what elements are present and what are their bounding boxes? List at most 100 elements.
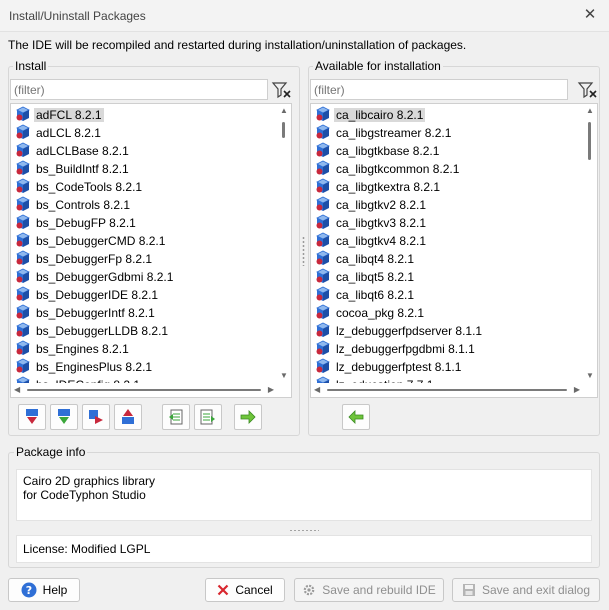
package-icon <box>15 178 31 194</box>
remove-icon <box>89 410 103 424</box>
move-down-button[interactable] <box>50 404 78 430</box>
scroll-right-icon: ▶ <box>267 385 274 394</box>
available-list-item[interactable]: ca_libgtkv2 8.2.1 <box>311 195 583 213</box>
info-splitter[interactable] <box>289 529 319 532</box>
package-label: lz_debuggerfpgdbmi 8.1.1 <box>336 341 475 356</box>
scroll-right-icon: ▶ <box>573 385 580 394</box>
available-list-item[interactable]: ca_libgtkextra 8.2.1 <box>311 177 583 195</box>
save-and-exit-button[interactable]: Save and exit dialog <box>452 578 600 602</box>
package-description-line2: for CodeTyphon Studio <box>23 488 146 502</box>
available-list-item[interactable]: ca_libqt5 8.2.1 <box>311 267 583 285</box>
install-list-item[interactable]: bs_DebuggerCMD 8.2.1 <box>11 231 277 249</box>
package-label: bs_DebuggerLLDB 8.2.1 <box>36 323 169 338</box>
close-icon: ✕ <box>583 6 597 23</box>
title-bar: Install/Uninstall Packages ✕ <box>0 0 609 32</box>
package-icon <box>15 250 31 266</box>
available-list-item[interactable]: lz_debuggerfpdserver 8.1.1 <box>311 321 583 339</box>
package-icon <box>315 214 331 230</box>
install-list[interactable]: adFCL 8.2.1 adLCL 8.2.1 adLCLBase 8.2.1 bs_… <box>10 103 292 398</box>
available-filter-input[interactable] <box>310 79 568 100</box>
install-list-vscroll-thumb[interactable] <box>282 122 285 138</box>
install-list-vscrollbar[interactable]: ▲ ▼ <box>277 104 291 383</box>
available-list-item[interactable]: ca_libqt6 8.2.1 <box>311 285 583 303</box>
package-icon <box>315 106 331 122</box>
package-icon <box>315 376 331 383</box>
install-list-items: adFCL 8.2.1 adLCL 8.2.1 adLCLBase 8.2.1 bs_… <box>11 104 277 383</box>
available-list-item[interactable]: ca_libqt4 8.2.1 <box>311 249 583 267</box>
save-and-rebuild-button[interactable]: Save and rebuild IDE <box>294 578 444 602</box>
package-label: ca_libgtkv4 8.2.1 <box>336 233 427 248</box>
available-list-hscroll-thumb[interactable] <box>327 389 567 391</box>
available-list-vscroll-thumb[interactable] <box>588 122 591 160</box>
package-label: bs_DebugFP 8.2.1 <box>36 215 136 230</box>
available-list-hscrollbar[interactable]: ◀ ▶ <box>311 383 583 397</box>
available-list-item[interactable]: ca_libgtkcommon 8.2.1 <box>311 159 583 177</box>
help-button[interactable]: ? Help <box>8 578 80 602</box>
install-list-item[interactable]: adFCL 8.2.1 <box>11 105 277 123</box>
package-icon <box>315 268 331 284</box>
install-list-item[interactable]: bs_DebugFP 8.2.1 <box>11 213 277 231</box>
vertical-splitter[interactable] <box>302 236 305 266</box>
package-label: bs_CodeTools 8.2.1 <box>36 179 143 194</box>
install-list-item[interactable]: bs_DebuggerGdbmi 8.2.1 <box>11 267 277 285</box>
package-icon <box>15 160 31 176</box>
package-label: ca_libgtkv3 8.2.1 <box>336 215 427 230</box>
package-label: adLCLBase 8.2.1 <box>36 143 129 158</box>
available-list-item[interactable]: lz_education 7.7.1 <box>311 375 583 383</box>
package-label: ca_libcairo 8.2.1 <box>334 107 426 122</box>
install-list-item[interactable]: bs_CodeTools 8.2.1 <box>11 177 277 195</box>
install-list-item[interactable]: bs_BuildIntf 8.2.1 <box>11 159 277 177</box>
install-list-item[interactable]: adLCLBase 8.2.1 <box>11 141 277 159</box>
package-label: adLCL 8.2.1 <box>36 125 101 140</box>
cancel-button[interactable]: Cancel <box>205 578 285 602</box>
package-label: adFCL 8.2.1 <box>34 107 104 122</box>
add-to-install-button[interactable] <box>234 404 262 430</box>
package-icon <box>15 268 31 284</box>
available-list-item[interactable]: ca_libgtkv4 8.2.1 <box>311 231 583 249</box>
recompile-notice: The IDE will be recompiled and restarted… <box>8 38 467 52</box>
install-list-hscroll-thumb[interactable] <box>27 389 261 391</box>
install-list-item[interactable]: adLCL 8.2.1 <box>11 123 277 141</box>
remove-button[interactable] <box>82 404 110 430</box>
available-list-item[interactable]: lz_debuggerfptest 8.1.1 <box>311 357 583 375</box>
package-label: lz_debuggerfptest 8.1.1 <box>336 359 462 374</box>
install-list-item[interactable]: bs_EnginesPlus 8.2.1 <box>11 357 277 375</box>
install-list-item[interactable]: bs_IDEConfig 8.2.1 <box>11 375 277 383</box>
package-label: ca_libgtkcommon 8.2.1 <box>336 161 460 176</box>
available-list-item[interactable]: cocoa_pkg 8.2.1 <box>311 303 583 321</box>
uninstall-selection-button[interactable] <box>18 404 46 430</box>
available-list-item[interactable]: lz_debuggerfpgdbmi 8.1.1 <box>311 339 583 357</box>
help-button-label: Help <box>42 583 68 597</box>
close-button[interactable]: ✕ <box>581 6 599 24</box>
install-list-item[interactable]: bs_DebuggerIntf 8.2.1 <box>11 303 277 321</box>
scroll-up-icon: ▲ <box>280 106 288 115</box>
import-list-icon <box>169 409 183 425</box>
available-list-item[interactable]: ca_libgtkbase 8.2.1 <box>311 141 583 159</box>
install-list-hscrollbar[interactable]: ◀ ▶ <box>11 383 277 397</box>
install-list-item[interactable]: bs_DebuggerIDE 8.2.1 <box>11 285 277 303</box>
export-list-button[interactable] <box>194 404 222 430</box>
arrow-right-icon <box>240 410 256 424</box>
available-list-item[interactable]: ca_libcairo 8.2.1 <box>311 105 583 123</box>
package-label: ca_libgtkbase 8.2.1 <box>336 143 440 158</box>
available-list-item[interactable]: ca_libgstreamer 8.2.1 <box>311 123 583 141</box>
available-group-label: Available for installation <box>313 59 443 73</box>
install-list-item[interactable]: bs_Engines 8.2.1 <box>11 339 277 357</box>
install-list-item[interactable]: bs_DebuggerLLDB 8.2.1 <box>11 321 277 339</box>
available-list[interactable]: ca_libcairo 8.2.1 ca_libgstreamer 8.2.1 ca… <box>310 103 598 398</box>
package-icon <box>315 196 331 212</box>
package-icon <box>15 196 31 212</box>
package-license-text: License: Modified LGPL <box>23 542 151 556</box>
install-filter-clear-button[interactable] <box>271 79 293 101</box>
available-list-item[interactable]: ca_libgtkv3 8.2.1 <box>311 213 583 231</box>
move-up-button[interactable] <box>114 404 142 430</box>
package-label: bs_Engines 8.2.1 <box>36 341 129 356</box>
import-list-button[interactable] <box>162 404 190 430</box>
available-list-vscrollbar[interactable]: ▲ ▼ <box>583 104 597 383</box>
install-list-item[interactable]: bs_DebuggerFp 8.2.1 <box>11 249 277 267</box>
available-filter-clear-button[interactable] <box>577 79 599 101</box>
install-list-item[interactable]: bs_Controls 8.2.1 <box>11 195 277 213</box>
add-to-available-button[interactable] <box>342 404 370 430</box>
install-filter-input[interactable] <box>10 79 268 100</box>
package-icon <box>15 232 31 248</box>
